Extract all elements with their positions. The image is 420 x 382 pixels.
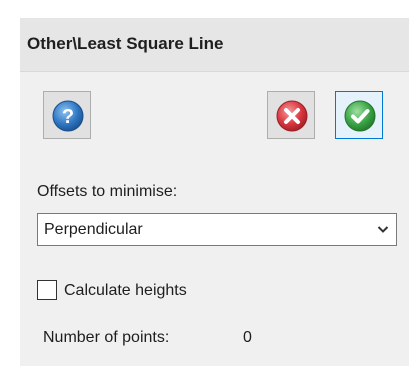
panel-title: Other\Least Square Line	[27, 34, 224, 53]
offsets-selected-value: Perpendicular	[44, 221, 143, 238]
calculate-heights-checkbox[interactable]	[37, 280, 57, 300]
cancel-button[interactable]	[267, 91, 315, 139]
panel-title-bar: Other\Least Square Line	[20, 18, 409, 72]
ok-icon	[344, 100, 376, 132]
number-of-points-value: 0	[243, 329, 252, 346]
calculate-heights-label[interactable]: Calculate heights	[64, 282, 187, 300]
svg-text:?: ?	[62, 106, 74, 128]
help-button[interactable]: ?	[43, 91, 91, 139]
ok-button[interactable]	[335, 91, 383, 139]
offsets-label: Offsets to minimise:	[37, 183, 178, 200]
least-square-line-panel: Other\Least Square Line ? Offsets to min…	[0, 0, 420, 382]
help-icon: ?	[52, 100, 84, 132]
chevron-down-icon	[377, 226, 389, 233]
number-of-points-label: Number of points:	[43, 329, 170, 346]
cancel-icon	[276, 100, 308, 132]
panel-body: Other\Least Square Line ? Offsets to min…	[20, 18, 409, 366]
offsets-select[interactable]: Perpendicular	[37, 213, 397, 246]
